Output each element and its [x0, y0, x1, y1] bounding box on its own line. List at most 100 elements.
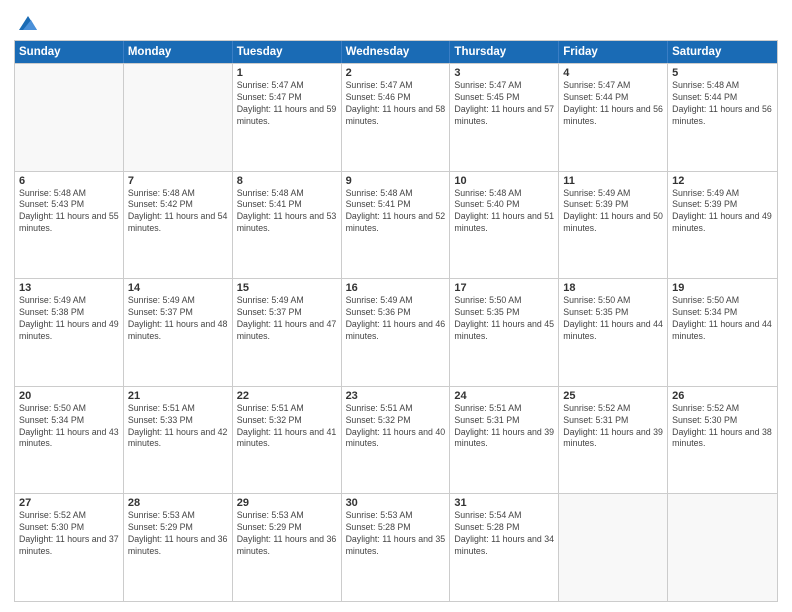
calendar-cell: 8Sunrise: 5:48 AMSunset: 5:41 PMDaylight…: [233, 172, 342, 279]
cell-day-number: 21: [128, 390, 228, 402]
logo-icon: [17, 12, 39, 34]
page: SundayMondayTuesdayWednesdayThursdayFrid…: [0, 0, 792, 612]
cell-day-number: 16: [346, 282, 446, 294]
cell-day-number: 11: [563, 175, 663, 187]
cell-day-number: 9: [346, 175, 446, 187]
calendar-cell: 4Sunrise: 5:47 AMSunset: 5:44 PMDaylight…: [559, 64, 668, 171]
calendar-cell: 14Sunrise: 5:49 AMSunset: 5:37 PMDayligh…: [124, 279, 233, 386]
calendar-cell: 23Sunrise: 5:51 AMSunset: 5:32 PMDayligh…: [342, 387, 451, 494]
cell-sun-info: Sunrise: 5:48 AMSunset: 5:41 PMDaylight:…: [346, 188, 446, 236]
calendar-day-header: Friday: [559, 41, 668, 63]
cell-sun-info: Sunrise: 5:48 AMSunset: 5:40 PMDaylight:…: [454, 188, 554, 236]
cell-sun-info: Sunrise: 5:48 AMSunset: 5:41 PMDaylight:…: [237, 188, 337, 236]
cell-sun-info: Sunrise: 5:53 AMSunset: 5:29 PMDaylight:…: [237, 510, 337, 558]
cell-sun-info: Sunrise: 5:47 AMSunset: 5:45 PMDaylight:…: [454, 80, 554, 128]
calendar-cell: 12Sunrise: 5:49 AMSunset: 5:39 PMDayligh…: [668, 172, 777, 279]
cell-sun-info: Sunrise: 5:48 AMSunset: 5:43 PMDaylight:…: [19, 188, 119, 236]
calendar-body: 1Sunrise: 5:47 AMSunset: 5:47 PMDaylight…: [15, 63, 777, 601]
cell-day-number: 17: [454, 282, 554, 294]
cell-sun-info: Sunrise: 5:49 AMSunset: 5:39 PMDaylight:…: [672, 188, 773, 236]
calendar-cell: [124, 64, 233, 171]
calendar-cell: 20Sunrise: 5:50 AMSunset: 5:34 PMDayligh…: [15, 387, 124, 494]
cell-day-number: 27: [19, 497, 119, 509]
cell-sun-info: Sunrise: 5:53 AMSunset: 5:29 PMDaylight:…: [128, 510, 228, 558]
calendar-cell: 24Sunrise: 5:51 AMSunset: 5:31 PMDayligh…: [450, 387, 559, 494]
calendar-cell: 1Sunrise: 5:47 AMSunset: 5:47 PMDaylight…: [233, 64, 342, 171]
cell-day-number: 28: [128, 497, 228, 509]
calendar-week: 1Sunrise: 5:47 AMSunset: 5:47 PMDaylight…: [15, 63, 777, 171]
cell-day-number: 1: [237, 67, 337, 79]
cell-day-number: 5: [672, 67, 773, 79]
calendar-week: 13Sunrise: 5:49 AMSunset: 5:38 PMDayligh…: [15, 278, 777, 386]
cell-day-number: 4: [563, 67, 663, 79]
cell-day-number: 12: [672, 175, 773, 187]
calendar-cell: 17Sunrise: 5:50 AMSunset: 5:35 PMDayligh…: [450, 279, 559, 386]
calendar-cell: 31Sunrise: 5:54 AMSunset: 5:28 PMDayligh…: [450, 494, 559, 601]
cell-day-number: 23: [346, 390, 446, 402]
cell-day-number: 7: [128, 175, 228, 187]
cell-sun-info: Sunrise: 5:54 AMSunset: 5:28 PMDaylight:…: [454, 510, 554, 558]
cell-sun-info: Sunrise: 5:50 AMSunset: 5:34 PMDaylight:…: [19, 403, 119, 451]
cell-day-number: 6: [19, 175, 119, 187]
calendar-cell: 22Sunrise: 5:51 AMSunset: 5:32 PMDayligh…: [233, 387, 342, 494]
calendar-cell: 9Sunrise: 5:48 AMSunset: 5:41 PMDaylight…: [342, 172, 451, 279]
cell-day-number: 22: [237, 390, 337, 402]
cell-sun-info: Sunrise: 5:52 AMSunset: 5:30 PMDaylight:…: [19, 510, 119, 558]
cell-day-number: 3: [454, 67, 554, 79]
calendar-cell: 10Sunrise: 5:48 AMSunset: 5:40 PMDayligh…: [450, 172, 559, 279]
cell-day-number: 31: [454, 497, 554, 509]
calendar-cell: 5Sunrise: 5:48 AMSunset: 5:44 PMDaylight…: [668, 64, 777, 171]
cell-sun-info: Sunrise: 5:51 AMSunset: 5:31 PMDaylight:…: [454, 403, 554, 451]
cell-sun-info: Sunrise: 5:47 AMSunset: 5:46 PMDaylight:…: [346, 80, 446, 128]
calendar-week: 6Sunrise: 5:48 AMSunset: 5:43 PMDaylight…: [15, 171, 777, 279]
cell-sun-info: Sunrise: 5:47 AMSunset: 5:47 PMDaylight:…: [237, 80, 337, 128]
cell-day-number: 25: [563, 390, 663, 402]
cell-sun-info: Sunrise: 5:49 AMSunset: 5:38 PMDaylight:…: [19, 295, 119, 343]
calendar-cell: 16Sunrise: 5:49 AMSunset: 5:36 PMDayligh…: [342, 279, 451, 386]
calendar-cell: 21Sunrise: 5:51 AMSunset: 5:33 PMDayligh…: [124, 387, 233, 494]
calendar-cell: 7Sunrise: 5:48 AMSunset: 5:42 PMDaylight…: [124, 172, 233, 279]
cell-day-number: 19: [672, 282, 773, 294]
calendar-cell: 11Sunrise: 5:49 AMSunset: 5:39 PMDayligh…: [559, 172, 668, 279]
cell-sun-info: Sunrise: 5:47 AMSunset: 5:44 PMDaylight:…: [563, 80, 663, 128]
cell-sun-info: Sunrise: 5:51 AMSunset: 5:32 PMDaylight:…: [346, 403, 446, 451]
calendar-cell: 28Sunrise: 5:53 AMSunset: 5:29 PMDayligh…: [124, 494, 233, 601]
cell-sun-info: Sunrise: 5:50 AMSunset: 5:35 PMDaylight:…: [454, 295, 554, 343]
calendar-cell: 6Sunrise: 5:48 AMSunset: 5:43 PMDaylight…: [15, 172, 124, 279]
cell-sun-info: Sunrise: 5:48 AMSunset: 5:42 PMDaylight:…: [128, 188, 228, 236]
cell-sun-info: Sunrise: 5:53 AMSunset: 5:28 PMDaylight:…: [346, 510, 446, 558]
calendar-week: 20Sunrise: 5:50 AMSunset: 5:34 PMDayligh…: [15, 386, 777, 494]
calendar-day-header: Wednesday: [342, 41, 451, 63]
calendar-week: 27Sunrise: 5:52 AMSunset: 5:30 PMDayligh…: [15, 493, 777, 601]
header: [14, 10, 778, 34]
calendar-cell: 27Sunrise: 5:52 AMSunset: 5:30 PMDayligh…: [15, 494, 124, 601]
cell-sun-info: Sunrise: 5:48 AMSunset: 5:44 PMDaylight:…: [672, 80, 773, 128]
calendar-cell: 2Sunrise: 5:47 AMSunset: 5:46 PMDaylight…: [342, 64, 451, 171]
logo: [14, 14, 39, 34]
calendar-cell: [668, 494, 777, 601]
calendar-cell: 19Sunrise: 5:50 AMSunset: 5:34 PMDayligh…: [668, 279, 777, 386]
cell-sun-info: Sunrise: 5:50 AMSunset: 5:34 PMDaylight:…: [672, 295, 773, 343]
cell-day-number: 14: [128, 282, 228, 294]
cell-day-number: 24: [454, 390, 554, 402]
cell-day-number: 13: [19, 282, 119, 294]
cell-sun-info: Sunrise: 5:49 AMSunset: 5:37 PMDaylight:…: [237, 295, 337, 343]
calendar-day-header: Monday: [124, 41, 233, 63]
calendar-day-header: Sunday: [15, 41, 124, 63]
calendar-day-header: Thursday: [450, 41, 559, 63]
calendar-cell: 30Sunrise: 5:53 AMSunset: 5:28 PMDayligh…: [342, 494, 451, 601]
calendar-cell: [559, 494, 668, 601]
cell-sun-info: Sunrise: 5:49 AMSunset: 5:36 PMDaylight:…: [346, 295, 446, 343]
cell-day-number: 20: [19, 390, 119, 402]
cell-sun-info: Sunrise: 5:52 AMSunset: 5:31 PMDaylight:…: [563, 403, 663, 451]
calendar-cell: 3Sunrise: 5:47 AMSunset: 5:45 PMDaylight…: [450, 64, 559, 171]
calendar-cell: [15, 64, 124, 171]
cell-day-number: 18: [563, 282, 663, 294]
cell-day-number: 15: [237, 282, 337, 294]
cell-day-number: 10: [454, 175, 554, 187]
calendar: SundayMondayTuesdayWednesdayThursdayFrid…: [14, 40, 778, 602]
calendar-day-header: Saturday: [668, 41, 777, 63]
cell-sun-info: Sunrise: 5:51 AMSunset: 5:32 PMDaylight:…: [237, 403, 337, 451]
cell-day-number: 26: [672, 390, 773, 402]
cell-day-number: 29: [237, 497, 337, 509]
